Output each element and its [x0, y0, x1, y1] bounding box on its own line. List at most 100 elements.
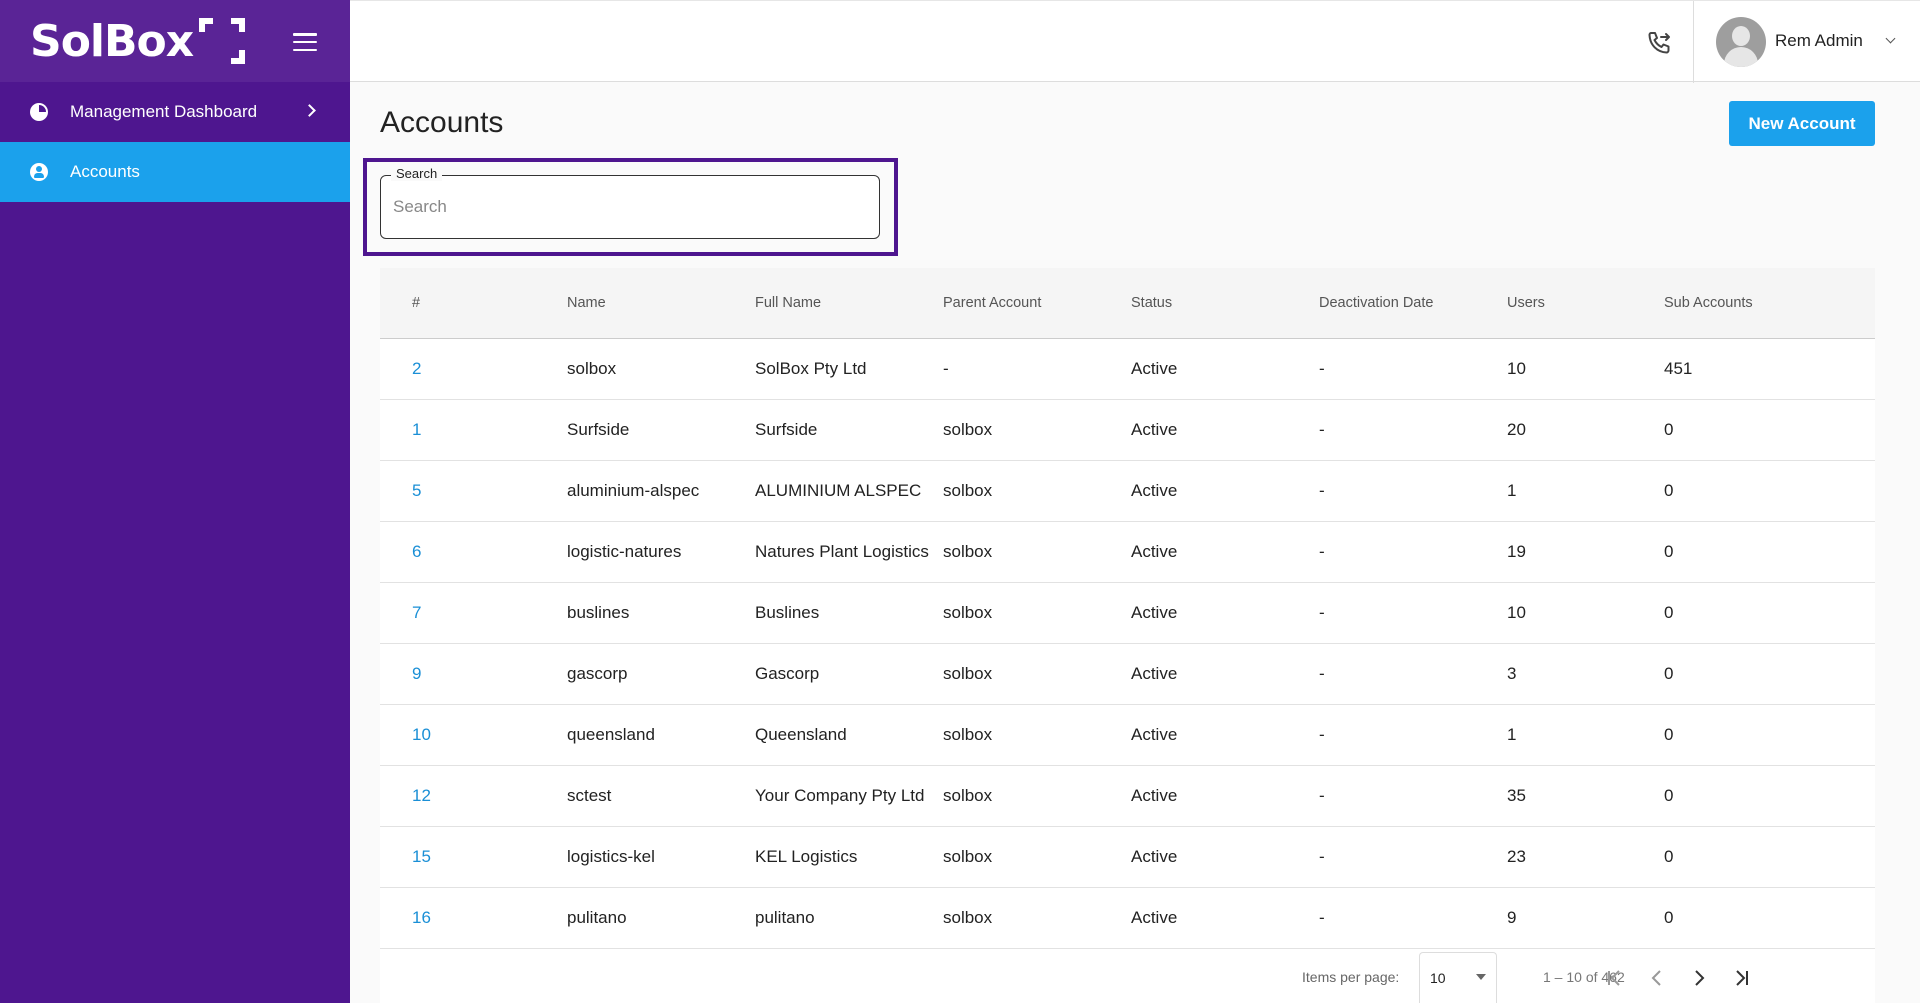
new-account-button[interactable]: New Account — [1729, 101, 1875, 146]
cell-number: 7 — [380, 582, 567, 644]
last-page-button[interactable] — [1726, 962, 1758, 994]
cell-status: Active — [1131, 765, 1319, 827]
cell-sub-accounts: 0 — [1664, 582, 1875, 644]
cell-name: logistics-kel — [567, 826, 755, 888]
cell-parent-account: solbox — [943, 704, 1131, 766]
chevron-right-icon — [1695, 970, 1705, 986]
account-id-link[interactable]: 1 — [412, 420, 421, 439]
sidebar-item-management-dashboard[interactable]: Management Dashboard — [0, 82, 350, 142]
cell-full-name: Queensland — [755, 704, 943, 766]
cell-name: aluminium-alspec — [567, 460, 755, 522]
sidebar: SolBox Management Dashboard Accounts — [0, 0, 350, 1003]
cell-number: 16 — [380, 887, 567, 949]
column-header-status[interactable]: Status — [1131, 268, 1319, 339]
cell-status: Active — [1131, 887, 1319, 949]
cell-number: 6 — [380, 521, 567, 583]
table-row[interactable]: 16 pulitano pulitano solbox Active -9 0 — [380, 887, 1875, 949]
table-row[interactable]: 1 Surfside Surfside solbox Active -20 0 — [380, 399, 1875, 461]
column-header-sub-accounts[interactable]: Sub Accounts — [1664, 268, 1875, 339]
search-field[interactable]: Search — [380, 166, 880, 239]
table-row[interactable]: 15 logistics-kel KEL Logistics solbox Active… — [380, 826, 1875, 888]
cell-name: queensland — [567, 704, 755, 766]
cell-deactivation-date: - — [1319, 765, 1507, 827]
cell-users: 23 — [1507, 826, 1664, 888]
page-title: Accounts — [380, 106, 504, 139]
cell-full-name: SolBox Pty Ltd — [755, 338, 943, 400]
logo-mark-icon — [199, 18, 246, 64]
cell-deactivation-date: - — [1319, 521, 1507, 583]
cell-sub-accounts: 451 — [1664, 338, 1875, 400]
account-id-link[interactable]: 15 — [412, 847, 431, 866]
cell-users: 10 — [1507, 338, 1664, 400]
pie-chart-icon — [30, 103, 48, 121]
chevron-down-icon[interactable] — [1885, 33, 1896, 44]
account-id-link[interactable]: 6 — [412, 542, 421, 561]
cell-name: sctest — [567, 765, 755, 827]
table-row[interactable]: 2 solbox SolBox Pty Ltd - Active -10 451 — [380, 338, 1875, 400]
cell-sub-accounts: 0 — [1664, 826, 1875, 888]
cell-parent-account: solbox — [943, 521, 1131, 583]
table-row[interactable]: 9 gascorp Gascorp solbox Active -3 0 — [380, 643, 1875, 705]
table-row[interactable]: 7 buslines Buslines solbox Active -10 0 — [380, 582, 1875, 644]
cell-parent-account: solbox — [943, 826, 1131, 888]
cell-deactivation-date: - — [1319, 582, 1507, 644]
sidebar-item-accounts[interactable]: Accounts — [0, 142, 350, 202]
page-size-value: 10 — [1430, 970, 1446, 986]
cell-full-name: pulitano — [755, 887, 943, 949]
cell-sub-accounts: 0 — [1664, 704, 1875, 766]
table-header-row: # Name Full Name Parent Account Status D… — [380, 268, 1875, 339]
cell-users: 3 — [1507, 643, 1664, 705]
cell-full-name: Your Company Pty Ltd — [755, 765, 943, 827]
cell-name: pulitano — [567, 887, 755, 949]
column-header-users[interactable]: Users — [1507, 268, 1664, 339]
cell-name: logistic-natures — [567, 521, 755, 583]
cell-number: 1 — [380, 399, 567, 461]
cell-full-name: KEL Logistics — [755, 826, 943, 888]
column-header-full-name[interactable]: Full Name — [755, 268, 943, 339]
page-size-select[interactable]: 10 — [1419, 952, 1497, 1003]
account-id-link[interactable]: 10 — [412, 725, 431, 744]
dropdown-arrow-icon — [1476, 974, 1486, 980]
column-header-parent-account[interactable]: Parent Account — [943, 268, 1131, 339]
cell-parent-account: solbox — [943, 765, 1131, 827]
account-id-link[interactable]: 5 — [412, 481, 421, 500]
avatar[interactable] — [1716, 17, 1766, 67]
cell-sub-accounts: 0 — [1664, 887, 1875, 949]
previous-page-button[interactable] — [1641, 962, 1673, 994]
cell-deactivation-date: - — [1319, 460, 1507, 522]
account-id-link[interactable]: 9 — [412, 664, 421, 683]
search-input[interactable] — [393, 194, 863, 220]
account-id-link[interactable]: 12 — [412, 786, 431, 805]
menu-toggle-icon[interactable] — [293, 33, 317, 51]
cell-name: buslines — [567, 582, 755, 644]
cell-status: Active — [1131, 460, 1319, 522]
account-id-link[interactable]: 7 — [412, 603, 421, 622]
account-id-link[interactable]: 2 — [412, 359, 421, 378]
cell-sub-accounts: 0 — [1664, 521, 1875, 583]
account-id-link[interactable]: 16 — [412, 908, 431, 927]
last-page-icon — [1736, 970, 1748, 986]
table-row[interactable]: 10 queensland Queensland solbox Active -1 0 — [380, 704, 1875, 766]
cell-parent-account: solbox — [943, 460, 1131, 522]
cell-deactivation-date: - — [1319, 399, 1507, 461]
cell-parent-account: - — [943, 338, 1131, 400]
phone-forward-icon[interactable] — [1645, 29, 1673, 57]
column-header-deactivation-date[interactable]: Deactivation Date — [1319, 268, 1507, 339]
table-row[interactable]: 6 logistic-natures Natures Plant Logistics… — [380, 521, 1875, 583]
column-header-number[interactable]: # — [380, 268, 567, 339]
user-name[interactable]: Rem Admin — [1775, 31, 1863, 51]
top-header: Rem Admin — [350, 0, 1920, 83]
first-page-button[interactable] — [1598, 962, 1630, 994]
cell-users: 1 — [1507, 704, 1664, 766]
table-row[interactable]: 5 aluminium-alspec ALUMINIUM ALSPEC solbox A… — [380, 460, 1875, 522]
cell-status: Active — [1131, 338, 1319, 400]
next-page-button[interactable] — [1683, 962, 1715, 994]
table-row[interactable]: 12 sctest Your Company Pty Ltd solbox Active… — [380, 765, 1875, 827]
cell-number: 10 — [380, 704, 567, 766]
cell-sub-accounts: 0 — [1664, 460, 1875, 522]
items-per-page-label: Items per page: — [1302, 969, 1400, 985]
column-header-name[interactable]: Name — [567, 268, 755, 339]
logo-bar: SolBox — [0, 0, 350, 82]
cell-number: 12 — [380, 765, 567, 827]
chevron-right-icon — [303, 104, 316, 117]
